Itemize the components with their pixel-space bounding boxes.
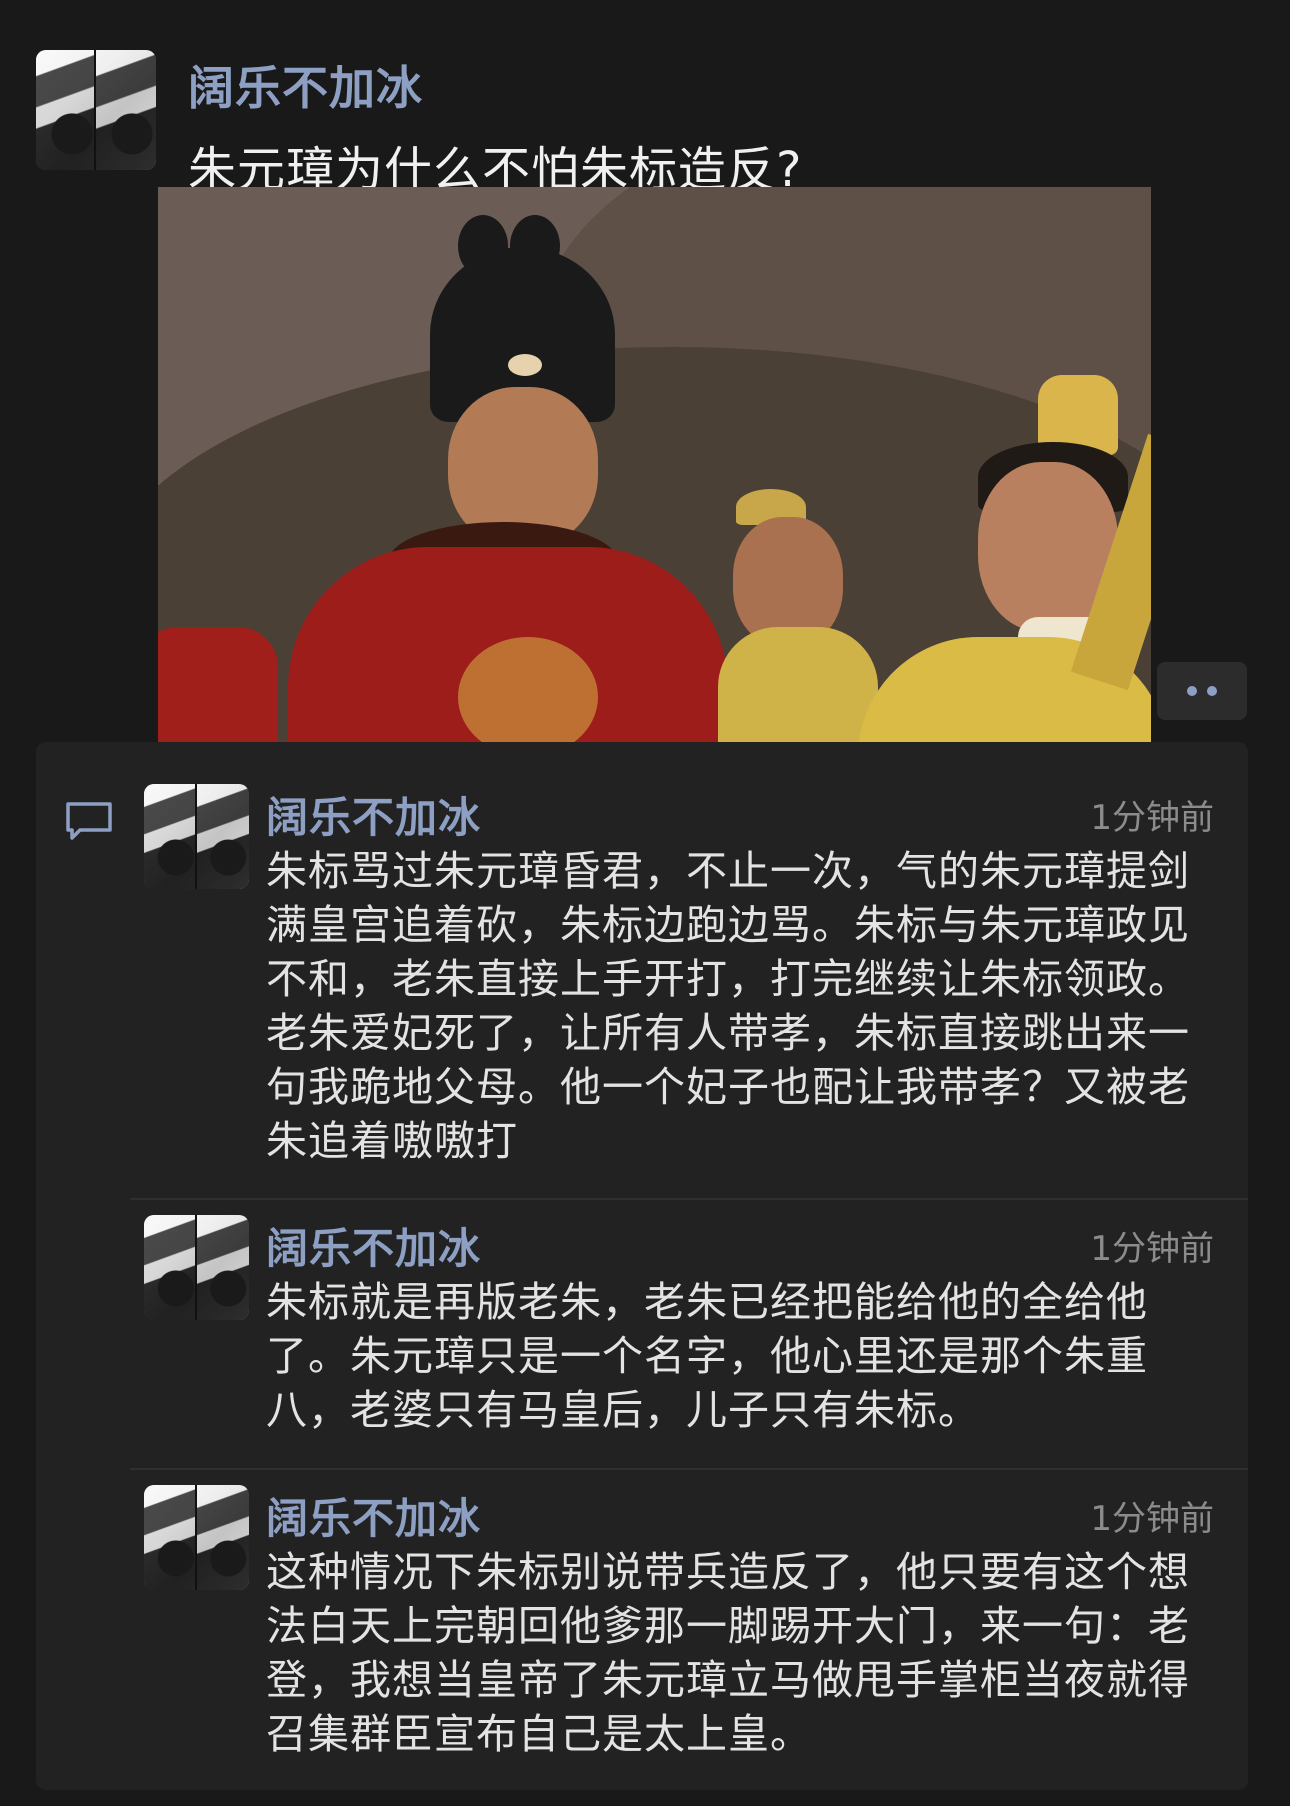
- comment-text[interactable]: 这种情况下朱标别说带兵造反了，他只要有这个想法白天上完朝回他爹那一脚踢开大门，来…: [266, 1545, 1226, 1761]
- comment-author-name[interactable]: 阔乐不加冰: [266, 1485, 481, 1546]
- comment-author-name[interactable]: 阔乐不加冰: [266, 784, 481, 845]
- comment-text[interactable]: 朱标就是再版老朱，老朱已经把能给他的全给他了。朱元璋只是一个名字，他心里还是那个…: [266, 1275, 1226, 1437]
- comment-timestamp: 1分钟前: [1090, 1499, 1214, 1539]
- more-button[interactable]: [1157, 662, 1247, 720]
- post-image[interactable]: [158, 187, 1151, 773]
- post-author-avatar[interactable]: [36, 50, 156, 170]
- post-author-name[interactable]: 阔乐不加冰: [188, 52, 423, 118]
- comment-author-avatar[interactable]: [144, 1215, 249, 1320]
- comment-text[interactable]: 朱标骂过朱元璋昏君，不止一次，气的朱元璋提剑满皇宫追着砍，朱标边跑边骂。朱标与朱…: [266, 844, 1226, 1168]
- more-dots-icon-2: [1207, 686, 1217, 696]
- more-dots-icon: [1187, 686, 1197, 696]
- comment-author-avatar[interactable]: [144, 784, 249, 889]
- comment-timestamp: 1分钟前: [1090, 1229, 1214, 1269]
- comment-timestamp: 1分钟前: [1090, 798, 1214, 838]
- comment-divider: [130, 1468, 1248, 1470]
- comment-author-avatar[interactable]: [144, 1485, 249, 1590]
- comment-author-name[interactable]: 阔乐不加冰: [266, 1215, 481, 1276]
- comment-bubble-icon[interactable]: [64, 800, 114, 842]
- comment-divider: [130, 1198, 1248, 1200]
